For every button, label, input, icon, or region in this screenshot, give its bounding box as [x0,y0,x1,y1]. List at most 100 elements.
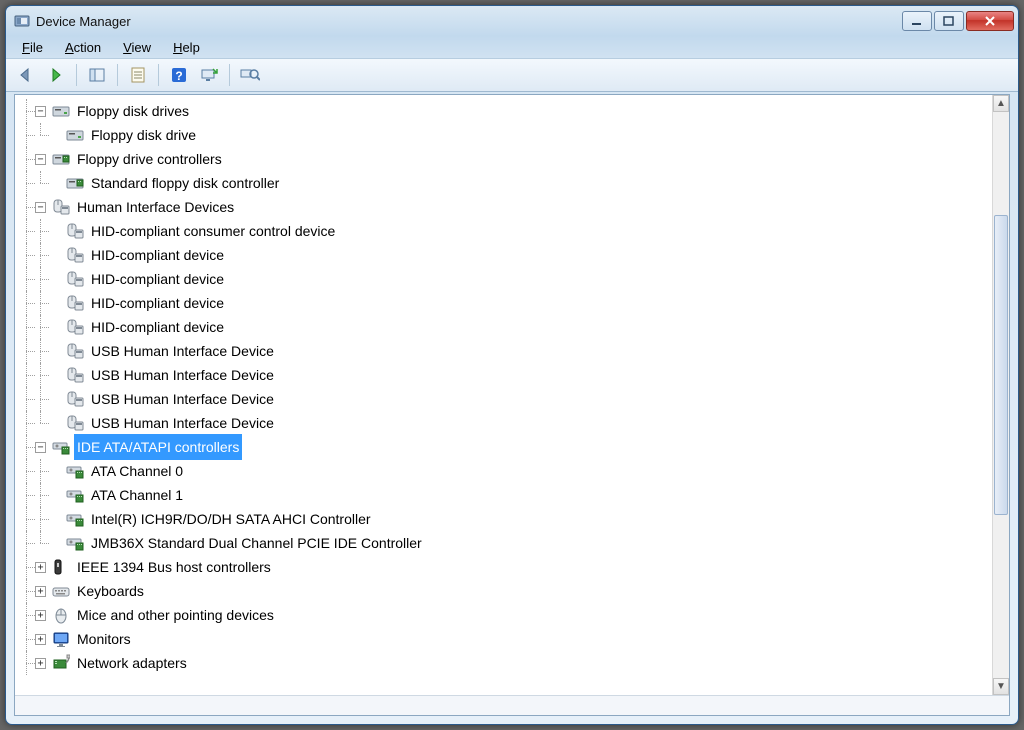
tree-item-hid2[interactable]: HID-compliant device [21,243,992,267]
tree-item-network[interactable]: + Network adapters [21,651,992,675]
tree-item-hid[interactable]: − Human Interface Devices [21,195,992,219]
tree-item-label[interactable]: HID-compliant device [88,314,227,340]
back-arrow-icon [17,66,35,84]
monitor-icon [52,630,70,648]
tree-item-label[interactable]: IDE ATA/ATAPI controllers [74,434,242,460]
minimize-button[interactable] [902,11,932,31]
toolbar-properties-button[interactable] [124,62,152,88]
expand-icon[interactable]: + [35,586,46,597]
hid-icon [66,318,84,336]
collapse-icon[interactable]: − [35,106,46,117]
tree-item-label[interactable]: USB Human Interface Device [88,338,277,364]
maximize-icon [943,16,955,26]
hid-icon [66,222,84,240]
maximize-button[interactable] [934,11,964,31]
tree-item-label[interactable]: USB Human Interface Device [88,362,277,388]
expand-icon[interactable]: + [35,658,46,669]
tree-item-floppy_ctrl[interactable]: − Floppy drive controllers [21,147,992,171]
collapse-icon[interactable]: − [35,202,46,213]
console-tree-icon [88,66,106,84]
tree-item-label[interactable]: HID-compliant device [88,242,227,268]
tree-item-floppy_drives[interactable]: − Floppy disk drives [21,99,992,123]
toolbar-separator [76,64,77,86]
tree-item-label[interactable]: HID-compliant consumer control device [88,218,338,244]
1394-icon [52,558,70,576]
help-icon: ? [170,66,188,84]
tree-item-label[interactable]: Monitors [74,626,134,652]
tree-item-label[interactable]: HID-compliant device [88,266,227,292]
hid-icon [66,246,84,264]
collapse-icon[interactable]: − [35,442,46,453]
tree-item-label[interactable]: Network adapters [74,650,190,676]
tree-item-label[interactable]: USB Human Interface Device [88,386,277,412]
status-bar [15,695,1009,715]
tree-item-usbhid3[interactable]: USB Human Interface Device [21,387,992,411]
tree-item-keyboards[interactable]: + Keyboards [21,579,992,603]
tree-item-jmb36x[interactable]: JMB36X Standard Dual Channel PCIE IDE Co… [21,531,992,555]
app-icon [14,13,30,29]
toolbar-show-hide-button[interactable] [83,62,111,88]
tree-item-label[interactable]: ATA Channel 1 [88,482,186,508]
expand-icon[interactable]: + [35,634,46,645]
toolbar-find-button[interactable] [236,62,264,88]
tree-item-hid1[interactable]: HID-compliant consumer control device [21,219,992,243]
tree-item-label[interactable]: Floppy disk drive [88,122,199,148]
toolbar-forward-button[interactable] [42,62,70,88]
tree-item-hid4[interactable]: HID-compliant device [21,291,992,315]
toolbar-scan-button[interactable] [195,62,223,88]
tree-item-mice[interactable]: + Mice and other pointing devices [21,603,992,627]
tree-item-label[interactable]: HID-compliant device [88,290,227,316]
tree-item-label[interactable]: Floppy drive controllers [74,146,225,172]
tree-item-std_floppy_ctrl[interactable]: Standard floppy disk controller [21,171,992,195]
hid-icon [66,294,84,312]
vertical-scrollbar[interactable]: ▲ ▼ [992,95,1009,695]
tree-item-label[interactable]: Intel(R) ICH9R/DO/DH SATA AHCI Controlle… [88,506,374,532]
hid-icon [52,198,70,216]
device-manager-window: Device Manager File Action View Help [5,5,1019,725]
storage-ctrl-icon [52,438,70,456]
tree-item-hid3[interactable]: HID-compliant device [21,267,992,291]
expand-icon[interactable]: + [35,610,46,621]
scroll-down-button[interactable]: ▼ [993,678,1009,695]
menu-view[interactable]: View [113,38,161,57]
tree-item-label[interactable]: Mice and other pointing devices [74,602,277,628]
toolbar-help-button[interactable]: ? [165,62,193,88]
tree-item-floppy_drive_1[interactable]: Floppy disk drive [21,123,992,147]
menu-help[interactable]: Help [163,38,210,57]
tree-item-label[interactable]: USB Human Interface Device [88,410,277,436]
tree-item-usbhid1[interactable]: USB Human Interface Device [21,339,992,363]
tree-item-label[interactable]: Human Interface Devices [74,194,237,220]
title-bar[interactable]: Device Manager [6,6,1018,36]
device-tree[interactable]: − Floppy disk drivesFloppy disk drive − Flo… [15,95,992,695]
menu-action[interactable]: Action [55,38,111,57]
tree-item-label[interactable]: Keyboards [74,578,147,604]
tree-item-ata1[interactable]: ATA Channel 1 [21,483,992,507]
network-icon [52,654,70,672]
tree-item-label[interactable]: Standard floppy disk controller [88,170,282,196]
scroll-up-button[interactable]: ▲ [993,95,1009,112]
tree-item-ieee1394[interactable]: + IEEE 1394 Bus host controllers [21,555,992,579]
tree-item-label[interactable]: JMB36X Standard Dual Channel PCIE IDE Co… [88,530,425,556]
collapse-icon[interactable]: − [35,154,46,165]
menu-bar: File Action View Help [6,36,1018,58]
tree-item-monitors[interactable]: + Monitors [21,627,992,651]
tree-item-label[interactable]: IEEE 1394 Bus host controllers [74,554,274,580]
window-title: Device Manager [36,14,902,29]
window-controls [902,11,1014,31]
tree-item-ata0[interactable]: ATA Channel 0 [21,459,992,483]
tree-item-ide[interactable]: − IDE ATA/ATAPI controllers [21,435,992,459]
toolbar-separator [117,64,118,86]
tree-item-label[interactable]: Floppy disk drives [74,98,192,124]
tree-item-usbhid2[interactable]: USB Human Interface Device [21,363,992,387]
toolbar-back-button[interactable] [12,62,40,88]
tree-item-ich9r[interactable]: Intel(R) ICH9R/DO/DH SATA AHCI Controlle… [21,507,992,531]
scroll-thumb[interactable] [994,215,1008,515]
tree-item-usbhid4[interactable]: USB Human Interface Device [21,411,992,435]
close-button[interactable] [966,11,1014,31]
expand-icon[interactable]: + [35,562,46,573]
tree-item-hid5[interactable]: HID-compliant device [21,315,992,339]
tree-item-label[interactable]: ATA Channel 0 [88,458,186,484]
menu-file[interactable]: File [12,38,53,57]
floppy-controller-icon [52,150,70,168]
forward-arrow-icon [47,66,65,84]
